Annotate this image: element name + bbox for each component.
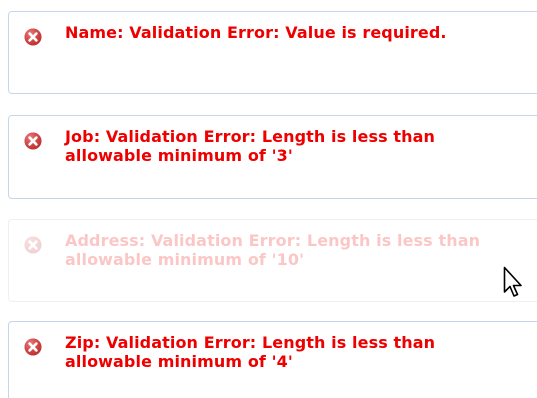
- mouse-pointer-icon: [503, 266, 522, 297]
- error-icon: [24, 338, 42, 356]
- error-message-address: Address: Validation Error: Length is les…: [8, 219, 537, 302]
- error-message-job: Job: Validation Error: Length is less th…: [8, 115, 537, 199]
- error-icon: [24, 28, 42, 46]
- error-icon: [24, 236, 42, 254]
- error-message-text: Name: Validation Error: Value is require…: [65, 23, 447, 42]
- error-message-text: Address: Validation Error: Length is les…: [65, 231, 481, 269]
- validation-messages: Name: Validation Error: Value is require…: [0, 0, 537, 398]
- error-message-text: Job: Validation Error: Length is less th…: [65, 127, 435, 165]
- error-icon: [24, 132, 42, 150]
- error-message-name: Name: Validation Error: Value is require…: [8, 11, 537, 94]
- error-message-zip: Zip: Validation Error: Length is less th…: [8, 321, 537, 398]
- error-message-text: Zip: Validation Error: Length is less th…: [65, 333, 436, 371]
